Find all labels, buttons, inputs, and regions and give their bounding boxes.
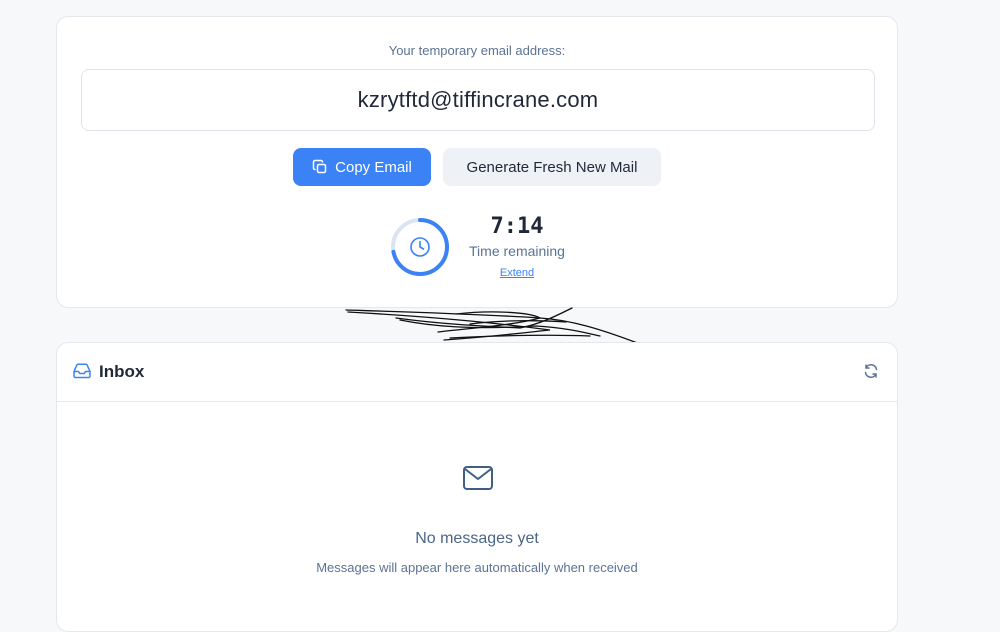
clock-icon xyxy=(410,237,430,257)
email-address-label: Your temporary email address: xyxy=(388,43,566,58)
generate-fresh-mail-label: Generate Fresh New Mail xyxy=(466,158,638,176)
inbox-title: Inbox xyxy=(99,362,145,381)
refresh-icon[interactable] xyxy=(863,363,879,384)
inbox-card: Inbox No messages yet Messages will appe… xyxy=(56,342,898,632)
email-address-display[interactable]: kzrytftd@tiffincrane.com xyxy=(81,69,875,131)
empty-inbox-title: No messages yet xyxy=(415,530,539,547)
copy-icon xyxy=(312,159,328,175)
copy-email-button[interactable]: Copy Email xyxy=(293,148,431,186)
mail-icon xyxy=(462,465,494,496)
timer-value: 7:14 xyxy=(490,214,544,239)
inbox-icon xyxy=(73,363,91,384)
email-address-text: kzrytftd@tiffincrane.com xyxy=(357,87,599,112)
empty-inbox-subtitle: Messages will appear here automatically … xyxy=(316,560,638,575)
email-actions: Copy Email Generate Fresh New Mail xyxy=(57,148,897,186)
timer-label: Time remaining xyxy=(469,243,565,259)
generate-fresh-mail-button[interactable]: Generate Fresh New Mail xyxy=(443,148,661,186)
copy-email-label: Copy Email xyxy=(335,158,412,176)
extend-link[interactable]: Extend xyxy=(457,267,577,279)
timer-ring xyxy=(390,217,450,277)
inbox-header: Inbox xyxy=(57,343,897,402)
timer-info: 7:14 Time remaining Extend xyxy=(457,213,577,279)
email-card: Your temporary email address: kzrytftd@t… xyxy=(56,16,898,308)
